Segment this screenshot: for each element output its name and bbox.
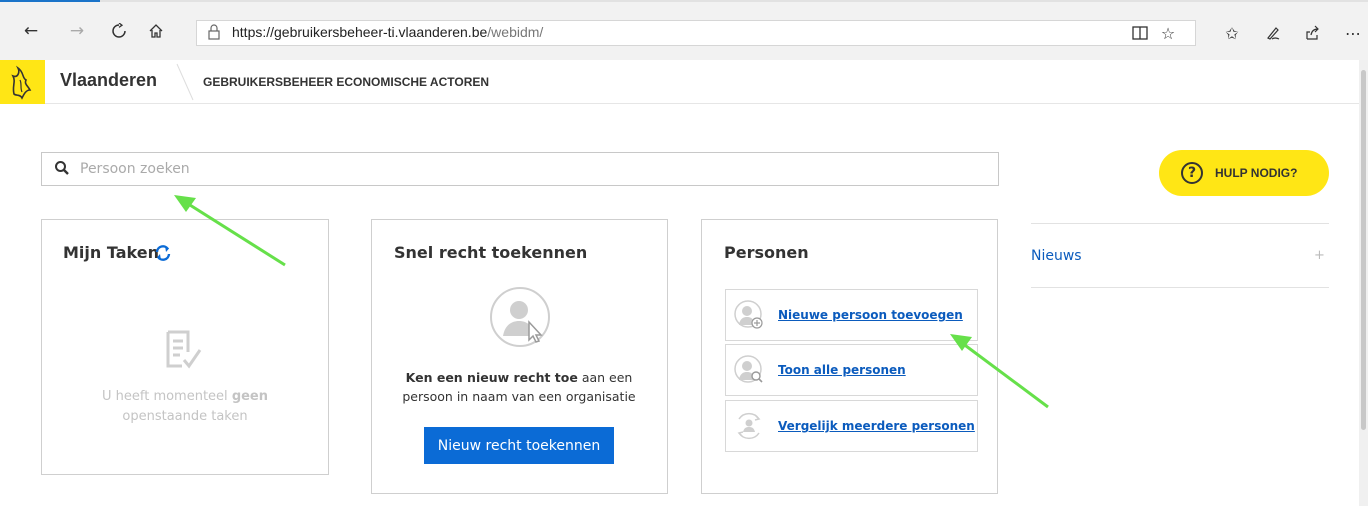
news-toggle[interactable]: Nieuws	[1031, 248, 1082, 264]
help-button-label: HULP NODIG?	[1215, 166, 1298, 180]
persons-item-compare-label[interactable]: Vergelijk meerdere personen	[778, 419, 975, 433]
search-icon	[54, 160, 70, 176]
refresh-tasks-icon[interactable]	[154, 244, 172, 262]
url-path: /webidm/	[487, 24, 544, 40]
search-person-icon	[734, 355, 764, 385]
persons-item-add[interactable]: Nieuwe persoon toevoegen	[725, 289, 978, 341]
search-input[interactable]	[80, 155, 980, 183]
no-tasks-text-end: openstaande taken	[122, 409, 248, 424]
favorite-star-icon[interactable]: ☆	[1155, 20, 1181, 46]
no-tasks-text-start: U heeft momenteel	[101, 389, 232, 404]
reading-view-icon[interactable]	[1127, 20, 1153, 46]
expand-plus-icon[interactable]: +	[1314, 248, 1325, 263]
flemish-lion-logo-icon[interactable]	[0, 60, 45, 104]
help-button[interactable]: ? HULP NODIG?	[1159, 150, 1329, 196]
header-separator	[175, 62, 195, 102]
my-tasks-title: Mijn Taken	[63, 243, 159, 262]
home-icon[interactable]	[143, 18, 169, 44]
pen-icon[interactable]	[1260, 20, 1286, 46]
no-tasks-text-bold: geen	[231, 389, 269, 404]
quick-assign-title: Snel recht toekennen	[394, 243, 588, 262]
active-tab-indicator	[0, 0, 100, 2]
favorites-list-icon[interactable]: ✩	[1219, 20, 1245, 46]
url-host: https://gebruikersbeheer-ti.vlaanderen.b…	[232, 24, 488, 40]
back-icon[interactable]: ←	[18, 18, 44, 44]
person-pointer-icon	[489, 286, 551, 348]
persons-item-show-all[interactable]: Toon alle personen	[725, 344, 978, 396]
question-circle-icon: ?	[1181, 162, 1203, 184]
url-text[interactable]: https://gebruikersbeheer-ti.vlaanderen.b…	[232, 24, 543, 40]
forward-icon[interactable]: →	[64, 18, 90, 44]
no-tasks-message: U heeft momenteel geen openstaande taken	[80, 387, 290, 427]
persons-item-compare[interactable]: Vergelijk meerdere personen	[725, 400, 978, 452]
task-list-icon	[162, 330, 212, 372]
assign-new-right-button[interactable]: Nieuw recht toekennen	[424, 427, 614, 464]
tab-strip-line	[0, 0, 1368, 2]
quick-assign-description: Ken een nieuw recht toe aan een persoon …	[380, 368, 658, 406]
app-title[interactable]: GEBRUIKERSBEHEER ECONOMISCHE ACTOREN	[203, 75, 489, 89]
share-icon[interactable]	[1299, 20, 1325, 46]
persons-item-show-all-label[interactable]: Toon alle personen	[778, 363, 906, 377]
news-divider-bottom	[1031, 287, 1329, 288]
more-icon[interactable]: ⋯	[1340, 20, 1366, 46]
brand-name[interactable]: Vlaanderen	[60, 70, 157, 91]
quick-assign-desc-bold: Ken een nieuw recht toe	[405, 370, 578, 385]
refresh-icon[interactable]	[106, 18, 132, 44]
compare-persons-icon	[734, 411, 764, 441]
add-person-icon	[734, 300, 764, 330]
persons-item-add-label[interactable]: Nieuwe persoon toevoegen	[778, 308, 963, 322]
news-divider-top	[1031, 223, 1329, 224]
lock-icon	[207, 23, 221, 41]
persons-title: Personen	[724, 243, 809, 262]
scrollbar-thumb[interactable]	[1361, 70, 1366, 430]
